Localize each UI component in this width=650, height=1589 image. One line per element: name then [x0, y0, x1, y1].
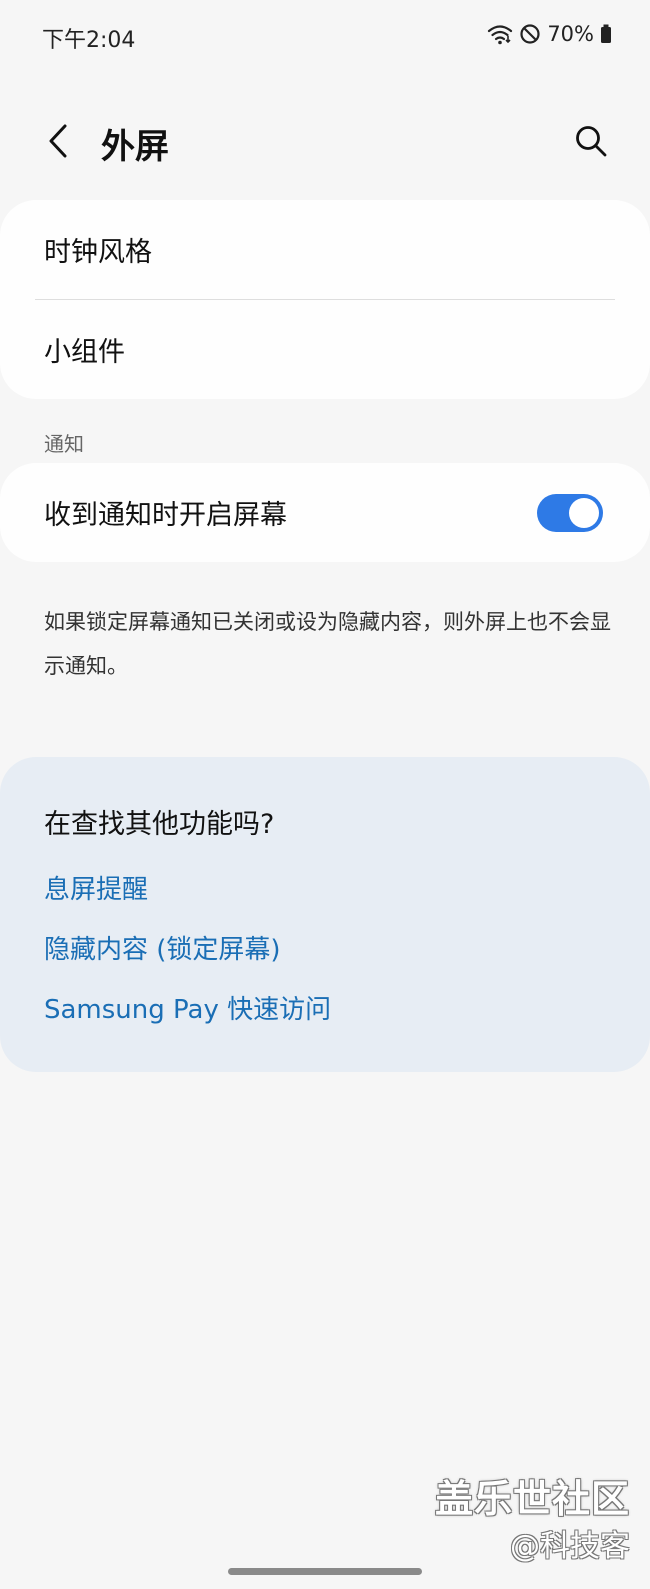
watermark-main: 盖乐世社区	[434, 1477, 630, 1521]
notification-section-label: 通知	[44, 432, 84, 456]
widgets-item[interactable]: 小组件	[0, 300, 650, 399]
display-options-card: 时钟风格 小组件	[0, 200, 650, 399]
wake-screen-label: 收到通知时开启屏幕	[44, 500, 287, 531]
status-bar: 下午2:04 70%	[0, 0, 650, 70]
home-indicator[interactable]	[228, 1568, 422, 1575]
search-icon	[574, 124, 608, 162]
clock-style-item[interactable]: 时钟风格	[0, 200, 650, 299]
samsung-pay-quick-access-link[interactable]: Samsung Pay 快速访问	[44, 989, 331, 1026]
screen: 下午2:04 70% 外屏 时钟风格 小组件 通知 收到通知时开启屏幕 如果锁定…	[0, 0, 650, 1589]
widgets-label: 小组件	[44, 337, 125, 368]
notification-note: 如果锁定屏幕通知已关闭或设为隐藏内容，则外屏上也不会显示通知。	[44, 610, 611, 678]
status-icons: 70%	[487, 22, 612, 46]
status-time: 下午2:04	[42, 28, 136, 53]
watermark-sub: @科技客	[510, 1529, 630, 1564]
clock-style-label: 时钟风格	[44, 237, 152, 268]
back-chevron-icon	[46, 123, 70, 163]
toggle-knob	[569, 498, 599, 528]
wake-screen-toggle[interactable]	[537, 494, 603, 532]
always-on-display-link[interactable]: 息屏提醒	[44, 869, 148, 906]
search-button[interactable]	[568, 120, 614, 166]
suggestions-title: 在查找其他功能吗?	[44, 809, 275, 840]
suggestions-card: 在查找其他功能吗? 息屏提醒 隐藏内容 (锁定屏幕) Samsung Pay 快…	[0, 757, 650, 1072]
hide-content-lock-screen-link[interactable]: 隐藏内容 (锁定屏幕)	[44, 929, 281, 966]
page-title: 外屏	[101, 127, 169, 167]
do-not-disturb-icon	[519, 23, 541, 45]
battery-percent: 70%	[547, 22, 594, 46]
back-button[interactable]	[34, 118, 82, 168]
battery-icon	[600, 24, 612, 44]
notification-card: 收到通知时开启屏幕	[0, 463, 650, 562]
wifi-icon	[487, 23, 513, 45]
